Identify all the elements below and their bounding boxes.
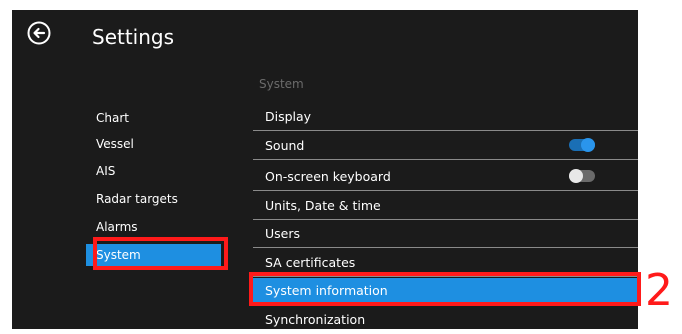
toggle-knob [581,138,595,152]
sidebar-item-chart[interactable]: Chart [86,108,221,128]
step-number: 2 [645,265,673,316]
sidebar-item-radar-targets[interactable]: Radar targets [86,189,221,209]
settings-row-display[interactable]: Display [253,103,638,131]
sidebar-item-ais[interactable]: AIS [86,161,221,181]
section-title: System [259,77,304,91]
settings-row-units-date-time[interactable]: Units, Date & time [253,192,638,220]
settings-row-synchronization[interactable]: Synchronization [253,306,638,334]
keyboard-toggle[interactable] [569,169,595,183]
settings-row-users[interactable]: Users [253,220,638,248]
toggle-knob [569,169,583,183]
sound-toggle[interactable] [569,138,595,152]
page-title: Settings [92,25,175,49]
sidebar-item-alarms[interactable]: Alarms [86,217,221,237]
highlight-box-system [93,237,228,270]
back-arrow-icon[interactable] [26,20,52,46]
sidebar-item-vessel[interactable]: Vessel [86,134,221,154]
highlight-box-system-information [249,272,641,306]
